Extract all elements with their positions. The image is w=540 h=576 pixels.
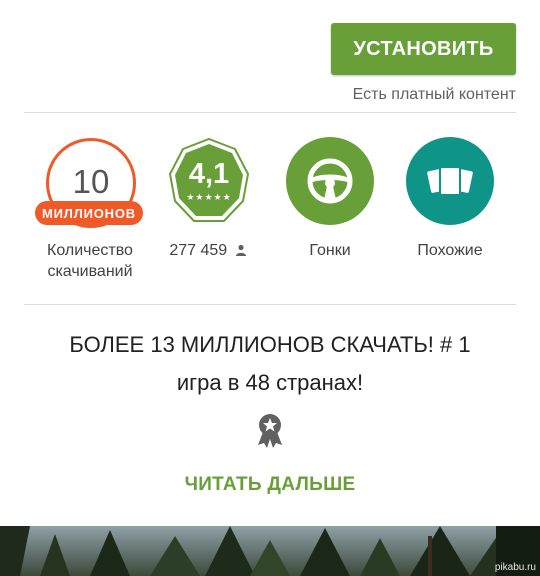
award-ribbon-icon: [258, 414, 282, 448]
paid-content-note: Есть платный контент: [352, 86, 516, 103]
steering-wheel-icon: [307, 158, 353, 204]
downloads-badge: МИЛЛИОНОВ: [35, 201, 143, 225]
downloads-count: 10: [72, 163, 110, 200]
description-text: БОЛЕЕ 13 МИЛЛИОНОВ СКАЧАТЬ! # 1 игра в 4…: [30, 326, 510, 402]
screenshot-preview[interactable]: [0, 526, 540, 576]
middle-divider: [24, 304, 516, 305]
description-line2: игра в 48 странах!: [176, 370, 364, 395]
cards-icon: [427, 166, 473, 196]
install-button-label: УСТАНОВИТЬ: [353, 37, 494, 60]
rating-count: 277 459: [169, 242, 228, 259]
downloads-label-line1: Количество: [47, 242, 133, 259]
install-button[interactable]: УСТАНОВИТЬ: [331, 23, 516, 75]
downloads-label: Количество скачиваний: [30, 240, 150, 282]
similar-label: Похожие: [417, 242, 483, 259]
watermark: pikabu.ru: [494, 562, 536, 573]
rating-value: 4,1: [188, 158, 230, 190]
category-label: Гонки: [309, 242, 351, 259]
person-icon: [235, 244, 246, 256]
top-divider: [24, 112, 516, 113]
rating-stars: ★★★★★: [186, 192, 232, 202]
read-more-link[interactable]: ЧИТАТЬ ДАЛЬШЕ: [0, 474, 540, 496]
description-line1: БОЛЕЕ 13 МИЛЛИОНОВ СКАЧАТЬ! # 1: [69, 332, 471, 357]
similar-apps-button[interactable]: [406, 137, 494, 225]
downloads-label-line2: скачиваний: [47, 263, 133, 280]
rating-count-row: 277 459: [158, 240, 258, 261]
category-racing-button[interactable]: [286, 137, 374, 225]
